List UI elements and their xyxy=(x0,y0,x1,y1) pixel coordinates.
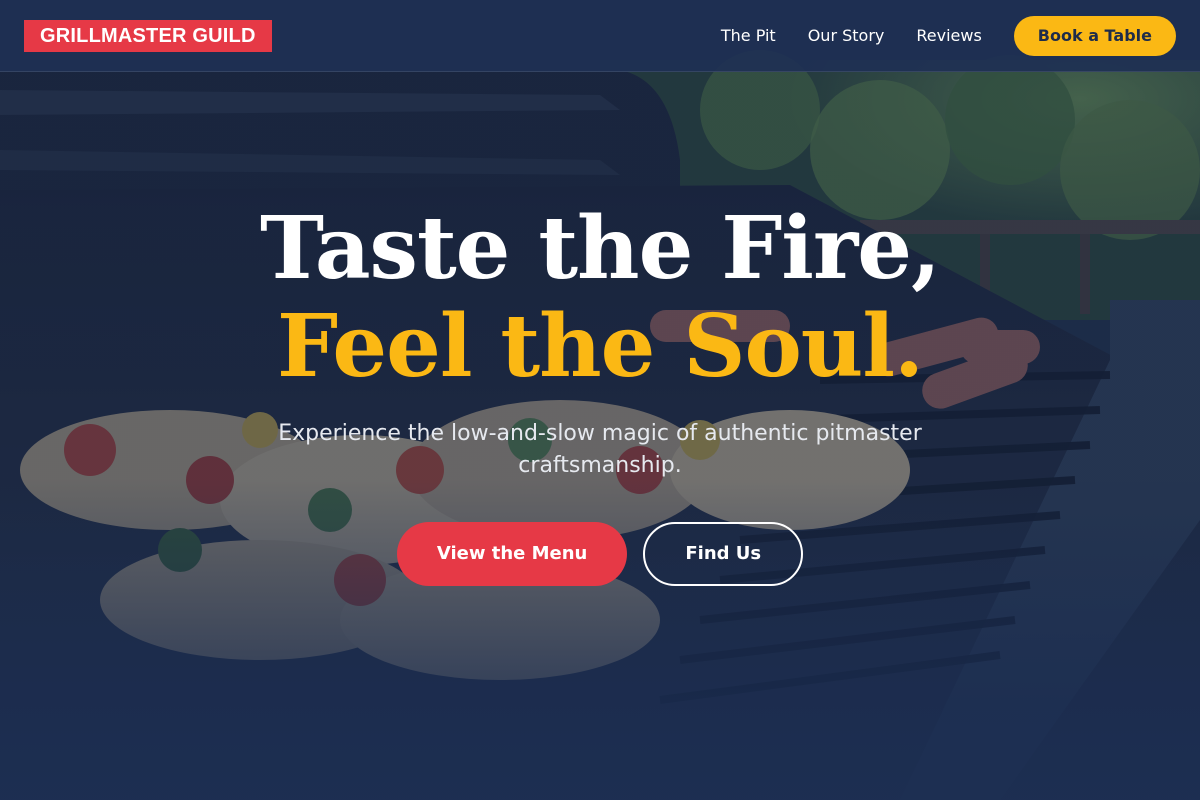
nav-link-our-story[interactable]: Our Story xyxy=(808,26,885,45)
hero-title-line-1: Taste the Fire, xyxy=(260,198,941,299)
site-header: GRILLMASTER GUILD The Pit Our Story Revi… xyxy=(0,0,1200,72)
book-a-table-button[interactable]: Book a Table xyxy=(1013,15,1176,56)
hero-title-line-2: Feel the Soul. xyxy=(277,296,924,397)
view-menu-button[interactable]: View the Menu xyxy=(396,522,628,586)
find-us-button[interactable]: Find Us xyxy=(643,522,804,586)
main-nav: The Pit Our Story Reviews Book a Table xyxy=(721,15,1176,56)
landing-page: GRILLMASTER GUILD The Pit Our Story Revi… xyxy=(0,0,1200,800)
nav-link-reviews[interactable]: Reviews xyxy=(916,26,981,45)
nav-link-the-pit[interactable]: The Pit xyxy=(721,26,776,45)
hero-section: Taste the Fire, Feel the Soul. Experienc… xyxy=(0,200,1200,586)
hero-subtitle: Experience the low-and-slow magic of aut… xyxy=(278,421,922,478)
brand-logo[interactable]: GRILLMASTER GUILD xyxy=(24,19,272,52)
hero-title: Taste the Fire, Feel the Soul. xyxy=(0,200,1200,396)
hero-actions: View the Menu Find Us xyxy=(0,522,1200,586)
